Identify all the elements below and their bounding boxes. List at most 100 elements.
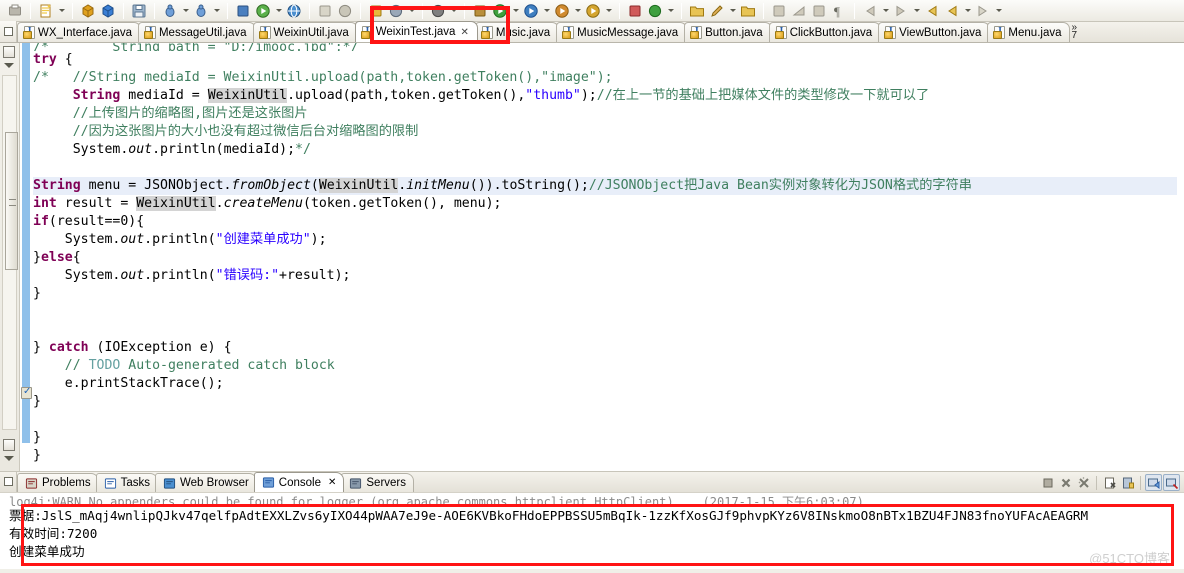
chevron-down-icon[interactable] <box>273 1 284 20</box>
block-select-button[interactable] <box>809 1 829 20</box>
console-tab-web-browser[interactable]: Web Browser <box>154 473 257 492</box>
git-repo-button[interactable] <box>625 1 645 20</box>
terminate-button[interactable] <box>1039 474 1056 491</box>
bookmark-button[interactable] <box>769 1 789 20</box>
next-annotation-button[interactable] <box>891 1 911 20</box>
git-refresh-button[interactable] <box>645 1 665 20</box>
chevron-down-icon[interactable] <box>541 1 552 20</box>
tab-overflow-indicator[interactable]: » 7 <box>1071 23 1077 42</box>
chevron-down-icon[interactable] <box>727 1 738 20</box>
run-green-button[interactable] <box>490 1 510 20</box>
new-perspective-button[interactable] <box>366 1 386 20</box>
forward-button[interactable] <box>973 1 993 20</box>
chevron-down-icon[interactable] <box>911 1 922 20</box>
editor-tab-viewbutton-java[interactable]: ViewButton.java <box>878 22 991 42</box>
chevron-down-icon[interactable] <box>993 1 1004 20</box>
console-output-area[interactable]: log4j:WARN No appenders could be found f… <box>0 492 1184 573</box>
console-tab-console[interactable]: Console ✕ <box>253 472 345 492</box>
console-view-menu-button[interactable] <box>0 471 17 492</box>
editor-tab-weixintest-java[interactable]: WeixinTest.java ✕ <box>354 21 478 42</box>
editor-tab-wx_interface-java[interactable]: WX_Interface.java <box>17 22 141 42</box>
code-line: //因为这张图片的大小也没有超过微信后台对缩略图的限制 <box>72 124 419 139</box>
chevron-down-icon[interactable] <box>211 1 222 20</box>
chevron-down-icon[interactable] <box>448 1 459 20</box>
editor-tab-label: Menu.java <box>1008 26 1062 39</box>
pencil-button[interactable] <box>707 1 727 20</box>
new-package-button[interactable] <box>78 1 98 20</box>
editor-tab-music-java[interactable]: Music.java <box>474 22 560 42</box>
chevron-down-icon[interactable] <box>962 1 973 20</box>
editor-tab-weixinutil-java[interactable]: WeixinUtil.java <box>252 22 358 42</box>
rail-restore-icon-bottom[interactable] <box>3 439 15 451</box>
code-line: /* //String mediaId = WeixinUtil.upload(… <box>33 70 613 85</box>
new-class-button[interactable] <box>98 1 118 20</box>
code-text-area[interactable]: /* String path = "D:/imooc.jpg";*/try {/… <box>33 43 1177 471</box>
editor-vertical-scrollbar[interactable] <box>2 75 18 430</box>
prev-annotation-button[interactable] <box>860 1 880 20</box>
chevron-down-icon[interactable] <box>406 1 417 20</box>
editor-tab-clickbutton-java[interactable]: ClickButton.java <box>768 22 882 42</box>
open-type-button[interactable] <box>233 1 253 20</box>
profile-button[interactable] <box>552 1 572 20</box>
search-button[interactable] <box>386 1 406 20</box>
scrollbar-thumb[interactable] <box>5 132 18 270</box>
change-indicator-bar <box>22 43 30 443</box>
editor-gutter[interactable] <box>21 43 32 471</box>
scroll-lock-button[interactable] <box>1119 474 1136 491</box>
chevron-down-icon[interactable] <box>665 1 676 20</box>
external-tools-button[interactable] <box>315 1 335 20</box>
console-tab-problems[interactable]: Problems <box>17 473 99 492</box>
remove-all-button[interactable] <box>1075 474 1092 491</box>
refresh-button[interactable] <box>335 1 355 20</box>
chevron-down-icon[interactable] <box>572 1 583 20</box>
console-tab-tasks[interactable]: Tasks <box>95 473 158 492</box>
save-all-button[interactable] <box>129 1 149 20</box>
tasks-icon <box>104 477 116 489</box>
debug-blue-button[interactable] <box>521 1 541 20</box>
browser-button[interactable] <box>284 1 304 20</box>
chevron-down-icon[interactable] <box>56 1 67 20</box>
ruler-button[interactable] <box>789 1 809 20</box>
open-folder-button[interactable] <box>687 1 707 20</box>
editor-tab-button-java[interactable]: Button.java <box>684 22 772 42</box>
run-server-button[interactable] <box>253 1 273 20</box>
paragraph-button[interactable]: ¶ <box>829 1 849 20</box>
chevron-down-icon[interactable] <box>603 1 614 20</box>
open-file-button[interactable] <box>738 1 758 20</box>
chevron-down-icon[interactable] <box>180 1 191 20</box>
task-marker-icon[interactable] <box>21 386 32 399</box>
console-tab-label: Tasks <box>120 477 150 489</box>
rail-menu-chevron-bottom-icon[interactable] <box>4 456 14 461</box>
editor-tab-musicmessage-java[interactable]: MusicMessage.java <box>556 22 688 42</box>
debug-button[interactable] <box>160 1 180 20</box>
print-button[interactable] <box>5 1 25 20</box>
back-button[interactable] <box>942 1 962 20</box>
clear-console-button[interactable] <box>1101 474 1118 491</box>
close-icon[interactable]: ✕ <box>460 27 468 38</box>
java-file-icon <box>884 26 897 39</box>
display-console-button[interactable] <box>1163 474 1180 491</box>
run-green-icon <box>493 3 507 18</box>
eclipse-window: ¶ WX_Interface.java MessageUtil.java Weixi… <box>0 0 1184 573</box>
close-icon[interactable]: ✕ <box>328 477 336 488</box>
coverage-button[interactable] <box>428 1 448 20</box>
rail-menu-chevron-icon[interactable] <box>4 63 14 68</box>
editor-tab-messageutil-java[interactable]: MessageUtil.java <box>137 22 256 42</box>
remove-launch-button[interactable] <box>1057 474 1074 491</box>
code-editor[interactable]: /* String path = "D:/imooc.jpg";*/try {/… <box>0 43 1184 471</box>
toolbar-separator <box>30 2 31 19</box>
amber-run-button[interactable] <box>583 1 603 20</box>
editor-tab-menu-java[interactable]: Menu.java <box>987 22 1071 42</box>
open-type-icon <box>237 5 249 16</box>
chevron-down-icon[interactable] <box>510 1 521 20</box>
new-wizard-button[interactable] <box>36 1 56 20</box>
toolbar-separator <box>360 2 361 19</box>
last-edit-button[interactable] <box>922 1 942 20</box>
rail-restore-icon[interactable] <box>3 46 15 58</box>
editor-view-menu-button[interactable] <box>0 21 17 42</box>
pin-console-button[interactable] <box>1145 474 1162 491</box>
run-last-button[interactable] <box>191 1 211 20</box>
toggle-mark-button[interactable] <box>470 1 490 20</box>
chevron-down-icon[interactable] <box>880 1 891 20</box>
console-tab-servers[interactable]: Servers <box>341 473 415 492</box>
